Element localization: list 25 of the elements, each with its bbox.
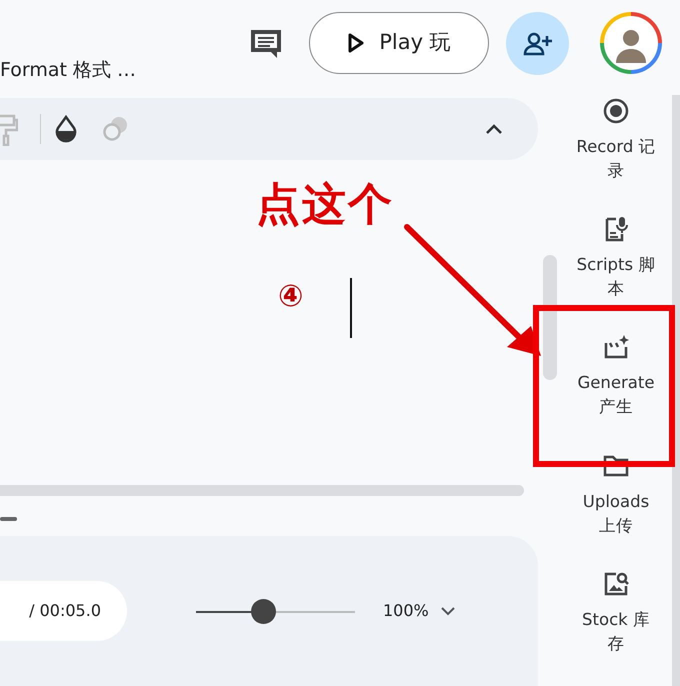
clapperboard-sparkle-icon[interactable] [602, 333, 630, 362]
time-display: / 00:05.0 [0, 581, 127, 641]
sidebar-label[interactable]: Generate 产生 [577, 371, 655, 420]
zoom-reading: 100% [383, 600, 429, 622]
more-menu[interactable]: … [117, 59, 136, 81]
vertical-scrollbar[interactable] [543, 255, 557, 380]
callout-text: 点这个 [256, 178, 394, 232]
chevron-up-icon[interactable] [485, 123, 503, 135]
color-fill-icon[interactable] [55, 115, 77, 143]
comment-icon[interactable] [249, 28, 283, 60]
chevron-down-icon[interactable] [440, 606, 455, 616]
add-person-icon[interactable] [522, 32, 552, 56]
sidebar-label[interactable]: Scripts 脚 本 [576, 253, 656, 302]
play-icon[interactable] [347, 32, 366, 54]
text-cursor [350, 278, 352, 338]
sidebar-label[interactable]: Stock 库 存 [582, 608, 650, 656]
record-icon[interactable] [602, 97, 630, 125]
slider-thumb[interactable] [250, 598, 276, 624]
horizontal-scrollbar[interactable] [0, 485, 524, 496]
play-button[interactable]: Play 玩 [309, 12, 489, 74]
sidebar-label[interactable]: Uploads 上传 [582, 490, 650, 538]
format-menu[interactable]: Format 格式 [0, 59, 111, 81]
step-number: ④ [278, 282, 304, 312]
scroll-indicator[interactable] [0, 517, 17, 521]
sidebar-label[interactable]: Record 记 录 [576, 135, 656, 183]
